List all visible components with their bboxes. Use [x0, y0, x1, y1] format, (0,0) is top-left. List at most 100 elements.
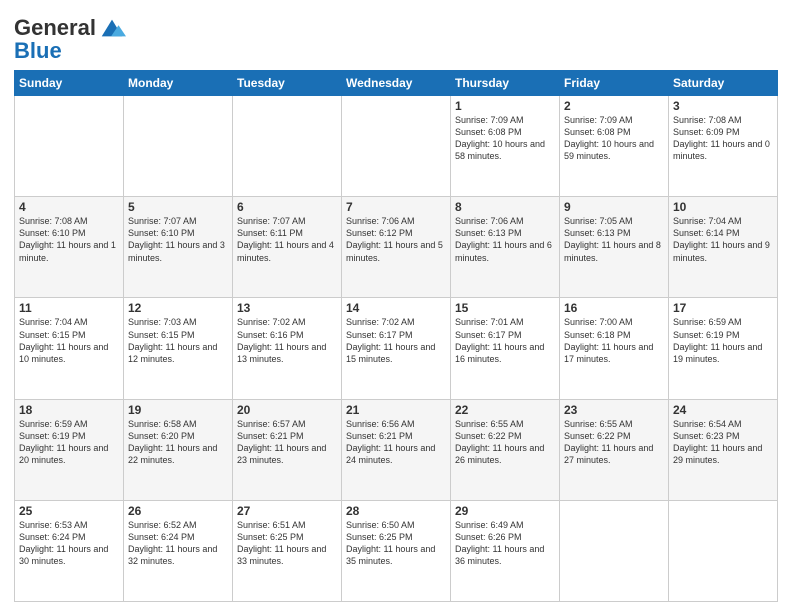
day-number: 28 [346, 504, 446, 518]
col-tuesday: Tuesday [233, 71, 342, 96]
day-number: 5 [128, 200, 228, 214]
calendar-cell: 21Sunrise: 6:56 AM Sunset: 6:21 PM Dayli… [342, 399, 451, 500]
day-number: 3 [673, 99, 773, 113]
day-info: Sunrise: 6:56 AM Sunset: 6:21 PM Dayligh… [346, 418, 446, 467]
calendar-cell: 22Sunrise: 6:55 AM Sunset: 6:22 PM Dayli… [451, 399, 560, 500]
calendar-cell: 16Sunrise: 7:00 AM Sunset: 6:18 PM Dayli… [560, 298, 669, 399]
day-number: 29 [455, 504, 555, 518]
day-number: 15 [455, 301, 555, 315]
logo-text: General [14, 17, 96, 39]
calendar-cell [669, 500, 778, 601]
day-number: 8 [455, 200, 555, 214]
logo-general: General [14, 15, 96, 40]
day-info: Sunrise: 7:02 AM Sunset: 6:16 PM Dayligh… [237, 316, 337, 365]
day-number: 9 [564, 200, 664, 214]
col-thursday: Thursday [451, 71, 560, 96]
day-info: Sunrise: 6:59 AM Sunset: 6:19 PM Dayligh… [673, 316, 773, 365]
day-info: Sunrise: 6:53 AM Sunset: 6:24 PM Dayligh… [19, 519, 119, 568]
day-number: 2 [564, 99, 664, 113]
calendar-cell: 17Sunrise: 6:59 AM Sunset: 6:19 PM Dayli… [669, 298, 778, 399]
calendar-cell: 20Sunrise: 6:57 AM Sunset: 6:21 PM Dayli… [233, 399, 342, 500]
calendar-week-3: 11Sunrise: 7:04 AM Sunset: 6:15 PM Dayli… [15, 298, 778, 399]
calendar-cell: 7Sunrise: 7:06 AM Sunset: 6:12 PM Daylig… [342, 197, 451, 298]
calendar-cell: 24Sunrise: 6:54 AM Sunset: 6:23 PM Dayli… [669, 399, 778, 500]
day-info: Sunrise: 7:00 AM Sunset: 6:18 PM Dayligh… [564, 316, 664, 365]
logo-icon [98, 14, 126, 42]
calendar-week-2: 4Sunrise: 7:08 AM Sunset: 6:10 PM Daylig… [15, 197, 778, 298]
calendar-cell: 3Sunrise: 7:08 AM Sunset: 6:09 PM Daylig… [669, 96, 778, 197]
day-info: Sunrise: 6:49 AM Sunset: 6:26 PM Dayligh… [455, 519, 555, 568]
calendar-cell [342, 96, 451, 197]
calendar-cell [233, 96, 342, 197]
day-number: 17 [673, 301, 773, 315]
calendar-cell: 18Sunrise: 6:59 AM Sunset: 6:19 PM Dayli… [15, 399, 124, 500]
day-number: 25 [19, 504, 119, 518]
day-info: Sunrise: 7:01 AM Sunset: 6:17 PM Dayligh… [455, 316, 555, 365]
day-info: Sunrise: 7:07 AM Sunset: 6:11 PM Dayligh… [237, 215, 337, 264]
col-sunday: Sunday [15, 71, 124, 96]
day-info: Sunrise: 6:51 AM Sunset: 6:25 PM Dayligh… [237, 519, 337, 568]
calendar-cell: 10Sunrise: 7:04 AM Sunset: 6:14 PM Dayli… [669, 197, 778, 298]
day-number: 21 [346, 403, 446, 417]
calendar-cell [15, 96, 124, 197]
day-info: Sunrise: 6:58 AM Sunset: 6:20 PM Dayligh… [128, 418, 228, 467]
day-info: Sunrise: 6:59 AM Sunset: 6:19 PM Dayligh… [19, 418, 119, 467]
day-info: Sunrise: 7:08 AM Sunset: 6:09 PM Dayligh… [673, 114, 773, 163]
calendar-cell: 28Sunrise: 6:50 AM Sunset: 6:25 PM Dayli… [342, 500, 451, 601]
day-number: 7 [346, 200, 446, 214]
day-number: 14 [346, 301, 446, 315]
day-number: 27 [237, 504, 337, 518]
calendar-cell: 23Sunrise: 6:55 AM Sunset: 6:22 PM Dayli… [560, 399, 669, 500]
calendar-cell: 25Sunrise: 6:53 AM Sunset: 6:24 PM Dayli… [15, 500, 124, 601]
calendar-cell: 4Sunrise: 7:08 AM Sunset: 6:10 PM Daylig… [15, 197, 124, 298]
day-number: 26 [128, 504, 228, 518]
day-info: Sunrise: 6:52 AM Sunset: 6:24 PM Dayligh… [128, 519, 228, 568]
day-number: 19 [128, 403, 228, 417]
day-number: 10 [673, 200, 773, 214]
day-number: 20 [237, 403, 337, 417]
calendar-week-4: 18Sunrise: 6:59 AM Sunset: 6:19 PM Dayli… [15, 399, 778, 500]
logo: General Blue [14, 14, 126, 64]
day-info: Sunrise: 7:06 AM Sunset: 6:13 PM Dayligh… [455, 215, 555, 264]
day-info: Sunrise: 6:55 AM Sunset: 6:22 PM Dayligh… [564, 418, 664, 467]
day-number: 24 [673, 403, 773, 417]
day-info: Sunrise: 7:02 AM Sunset: 6:17 PM Dayligh… [346, 316, 446, 365]
day-info: Sunrise: 6:57 AM Sunset: 6:21 PM Dayligh… [237, 418, 337, 467]
day-info: Sunrise: 7:04 AM Sunset: 6:14 PM Dayligh… [673, 215, 773, 264]
day-info: Sunrise: 7:06 AM Sunset: 6:12 PM Dayligh… [346, 215, 446, 264]
day-info: Sunrise: 7:05 AM Sunset: 6:13 PM Dayligh… [564, 215, 664, 264]
day-number: 1 [455, 99, 555, 113]
col-monday: Monday [124, 71, 233, 96]
calendar-cell [560, 500, 669, 601]
calendar-cell: 8Sunrise: 7:06 AM Sunset: 6:13 PM Daylig… [451, 197, 560, 298]
calendar-cell: 27Sunrise: 6:51 AM Sunset: 6:25 PM Dayli… [233, 500, 342, 601]
day-info: Sunrise: 6:55 AM Sunset: 6:22 PM Dayligh… [455, 418, 555, 467]
calendar-cell: 9Sunrise: 7:05 AM Sunset: 6:13 PM Daylig… [560, 197, 669, 298]
day-number: 18 [19, 403, 119, 417]
col-saturday: Saturday [669, 71, 778, 96]
calendar-cell: 6Sunrise: 7:07 AM Sunset: 6:11 PM Daylig… [233, 197, 342, 298]
calendar-cell: 14Sunrise: 7:02 AM Sunset: 6:17 PM Dayli… [342, 298, 451, 399]
calendar-table: Sunday Monday Tuesday Wednesday Thursday… [14, 70, 778, 602]
day-number: 22 [455, 403, 555, 417]
calendar-cell: 19Sunrise: 6:58 AM Sunset: 6:20 PM Dayli… [124, 399, 233, 500]
day-number: 6 [237, 200, 337, 214]
day-info: Sunrise: 7:03 AM Sunset: 6:15 PM Dayligh… [128, 316, 228, 365]
calendar-cell: 15Sunrise: 7:01 AM Sunset: 6:17 PM Dayli… [451, 298, 560, 399]
calendar-cell: 13Sunrise: 7:02 AM Sunset: 6:16 PM Dayli… [233, 298, 342, 399]
day-number: 13 [237, 301, 337, 315]
day-info: Sunrise: 6:50 AM Sunset: 6:25 PM Dayligh… [346, 519, 446, 568]
day-number: 4 [19, 200, 119, 214]
calendar-cell: 29Sunrise: 6:49 AM Sunset: 6:26 PM Dayli… [451, 500, 560, 601]
calendar-cell: 12Sunrise: 7:03 AM Sunset: 6:15 PM Dayli… [124, 298, 233, 399]
day-info: Sunrise: 7:08 AM Sunset: 6:10 PM Dayligh… [19, 215, 119, 264]
day-info: Sunrise: 7:09 AM Sunset: 6:08 PM Dayligh… [455, 114, 555, 163]
calendar-cell: 2Sunrise: 7:09 AM Sunset: 6:08 PM Daylig… [560, 96, 669, 197]
calendar-cell: 1Sunrise: 7:09 AM Sunset: 6:08 PM Daylig… [451, 96, 560, 197]
col-friday: Friday [560, 71, 669, 96]
calendar-week-5: 25Sunrise: 6:53 AM Sunset: 6:24 PM Dayli… [15, 500, 778, 601]
day-info: Sunrise: 7:07 AM Sunset: 6:10 PM Dayligh… [128, 215, 228, 264]
day-number: 11 [19, 301, 119, 315]
header: General Blue [14, 10, 778, 64]
day-info: Sunrise: 7:09 AM Sunset: 6:08 PM Dayligh… [564, 114, 664, 163]
